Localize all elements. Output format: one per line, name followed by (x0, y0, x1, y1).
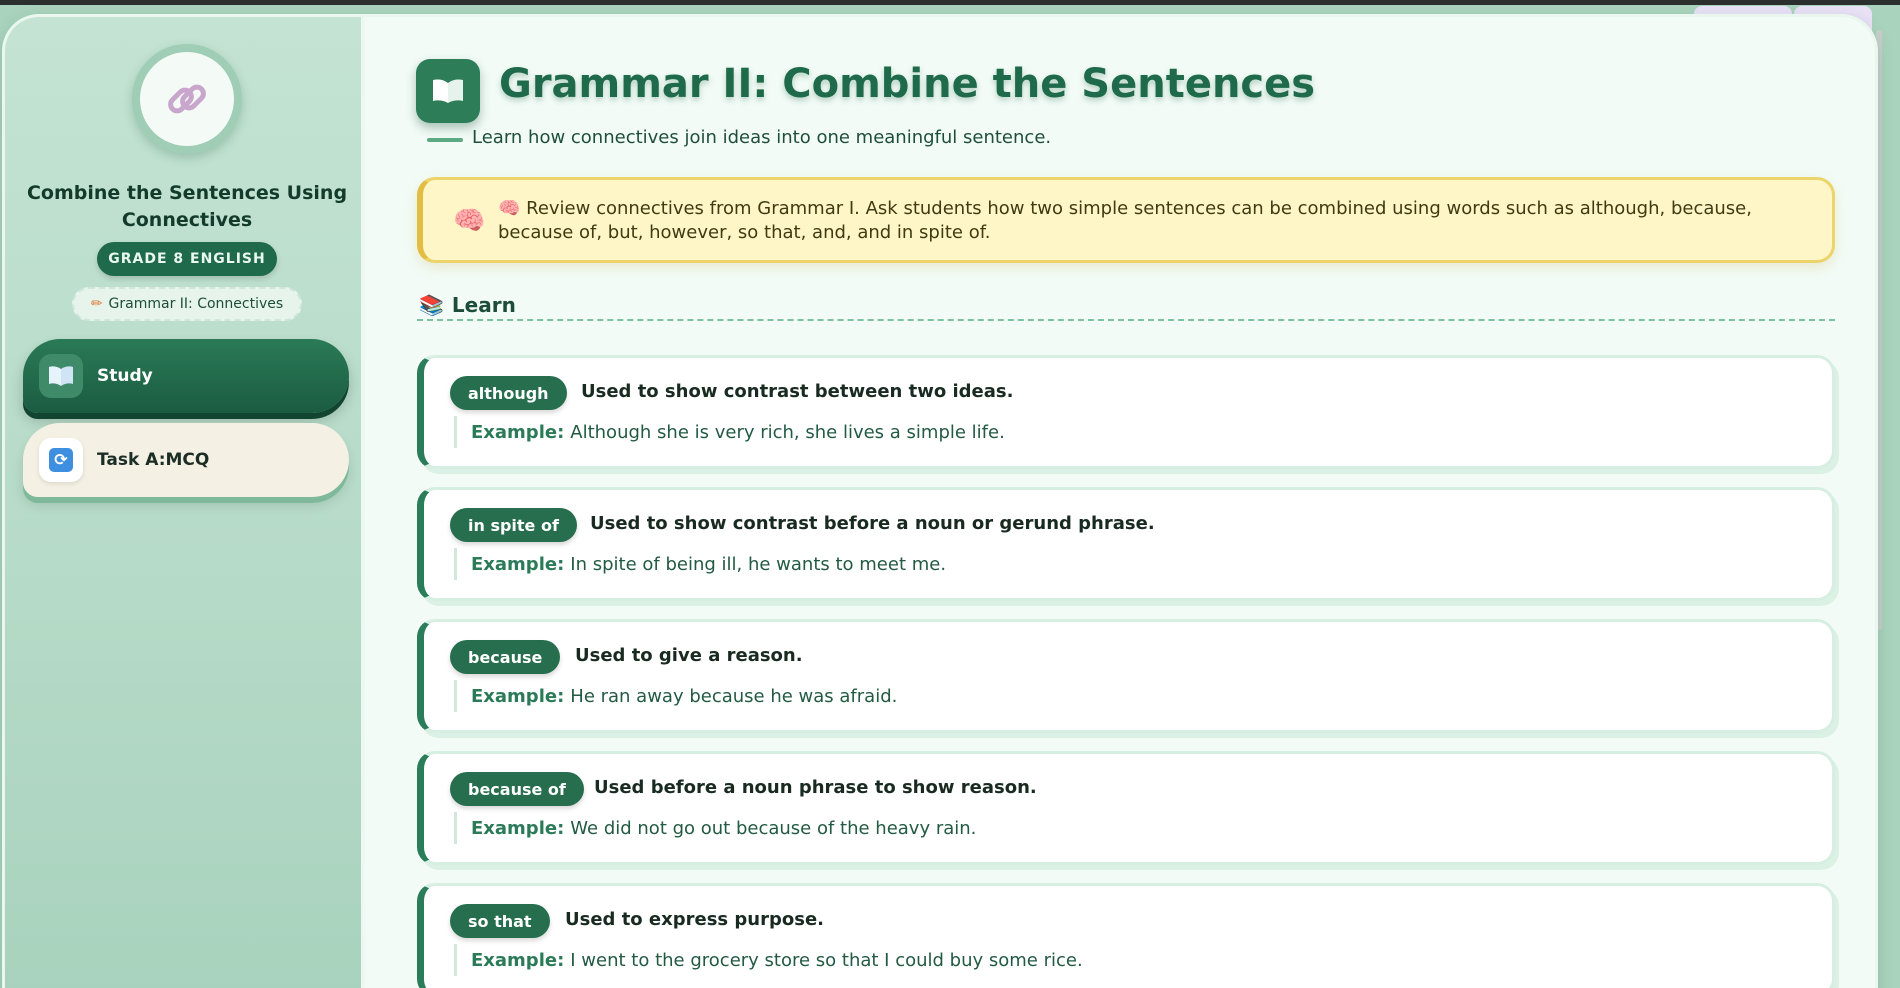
page-title: Grammar II: Combine the Sentences (499, 61, 1316, 107)
connective-description: Used before a noun phrase to show reason… (594, 777, 1037, 798)
connective-term-pill: because (450, 640, 561, 674)
connective-term-pill: so that (450, 904, 550, 938)
sidebar: Combine the Sentences Using Connectives … (5, 17, 365, 988)
connective-card: although Used to show contrast between t… (417, 355, 1835, 469)
example-text: Although she is very rich, she lives a s… (570, 421, 1005, 443)
example-label: Example: (471, 817, 565, 839)
connective-term-pill: in spite of (450, 508, 577, 542)
open-book-icon (416, 59, 480, 123)
connective-example: Example: Although she is very rich, she … (454, 416, 1005, 448)
brain-icon: 🧠 (453, 206, 486, 236)
connective-description: Used to show contrast between two ideas. (581, 381, 1014, 402)
section-heading-learn: 📚 Learn (419, 293, 516, 317)
lesson-title: Combine the Sentences Using Connectives (26, 182, 348, 231)
example-text: In spite of being ill, he wants to meet … (570, 553, 947, 575)
link-icon (140, 52, 234, 146)
nav-item-label: Study (97, 366, 153, 386)
pencil-icon: ✏ (90, 296, 103, 312)
connective-description: Used to give a reason. (575, 645, 803, 666)
section-title: Learn (451, 293, 516, 317)
connective-card: so that Used to express purpose. Example… (417, 883, 1835, 988)
example-text: He ran away because he was afraid. (570, 685, 898, 707)
example-label: Example: (471, 949, 565, 971)
book-icon (39, 354, 83, 398)
connective-example: Example: He ran away because he was afra… (454, 680, 897, 712)
connective-card: because Used to give a reason. Example: … (417, 619, 1835, 733)
nav-item-label: Task A:MCQ (97, 450, 210, 470)
connective-term-pill: although (450, 376, 567, 410)
nav-item-study[interactable]: Study (23, 339, 349, 413)
example-label: Example: (471, 421, 565, 443)
connective-example: Example: I went to the grocery store so … (454, 944, 1083, 976)
example-label: Example: (471, 685, 565, 707)
topic-chip-label: Grammar II: Connectives (108, 296, 284, 312)
app-frame: Combine the Sentences Using Connectives … (5, 17, 1875, 988)
lesson-logo (132, 44, 242, 154)
connective-card: in spite of Used to show contrast before… (417, 487, 1835, 601)
subtitle-accent-line (427, 138, 463, 142)
grade-badge: GRADE 8 ENGLISH (97, 242, 277, 276)
main-content: Grammar II: Combine the Sentences Learn … (369, 17, 1875, 988)
teacher-callout: 🧠 🧠 Review connectives from Grammar I. A… (417, 177, 1835, 263)
section-divider (417, 319, 1835, 321)
callout-text: 🧠 Review connectives from Grammar I. Ask… (498, 198, 1752, 243)
topic-chip: ✏ Grammar II: Connectives (72, 287, 302, 321)
books-icon: 📚 (419, 293, 444, 317)
connective-term-pill: because of (450, 772, 584, 806)
page-subtitle: Learn how connectives join ideas into on… (472, 127, 1052, 148)
connective-description: Used to express purpose. (565, 909, 824, 930)
example-text: I went to the grocery store so that I co… (570, 949, 1083, 971)
connective-card: because of Used before a noun phrase to … (417, 751, 1835, 865)
connective-description: Used to show contrast before a noun or g… (590, 513, 1155, 534)
scrollbar[interactable] (1876, 30, 1882, 630)
refresh-icon: ⟳ (39, 438, 83, 482)
example-label: Example: (471, 553, 565, 575)
nav-item-task-a-mcq[interactable]: ⟳ Task A:MCQ (23, 423, 349, 497)
connective-example: Example: In spite of being ill, he wants… (454, 548, 946, 580)
connective-example: Example: We did not go out because of th… (454, 812, 976, 844)
example-text: We did not go out because of the heavy r… (570, 817, 977, 839)
